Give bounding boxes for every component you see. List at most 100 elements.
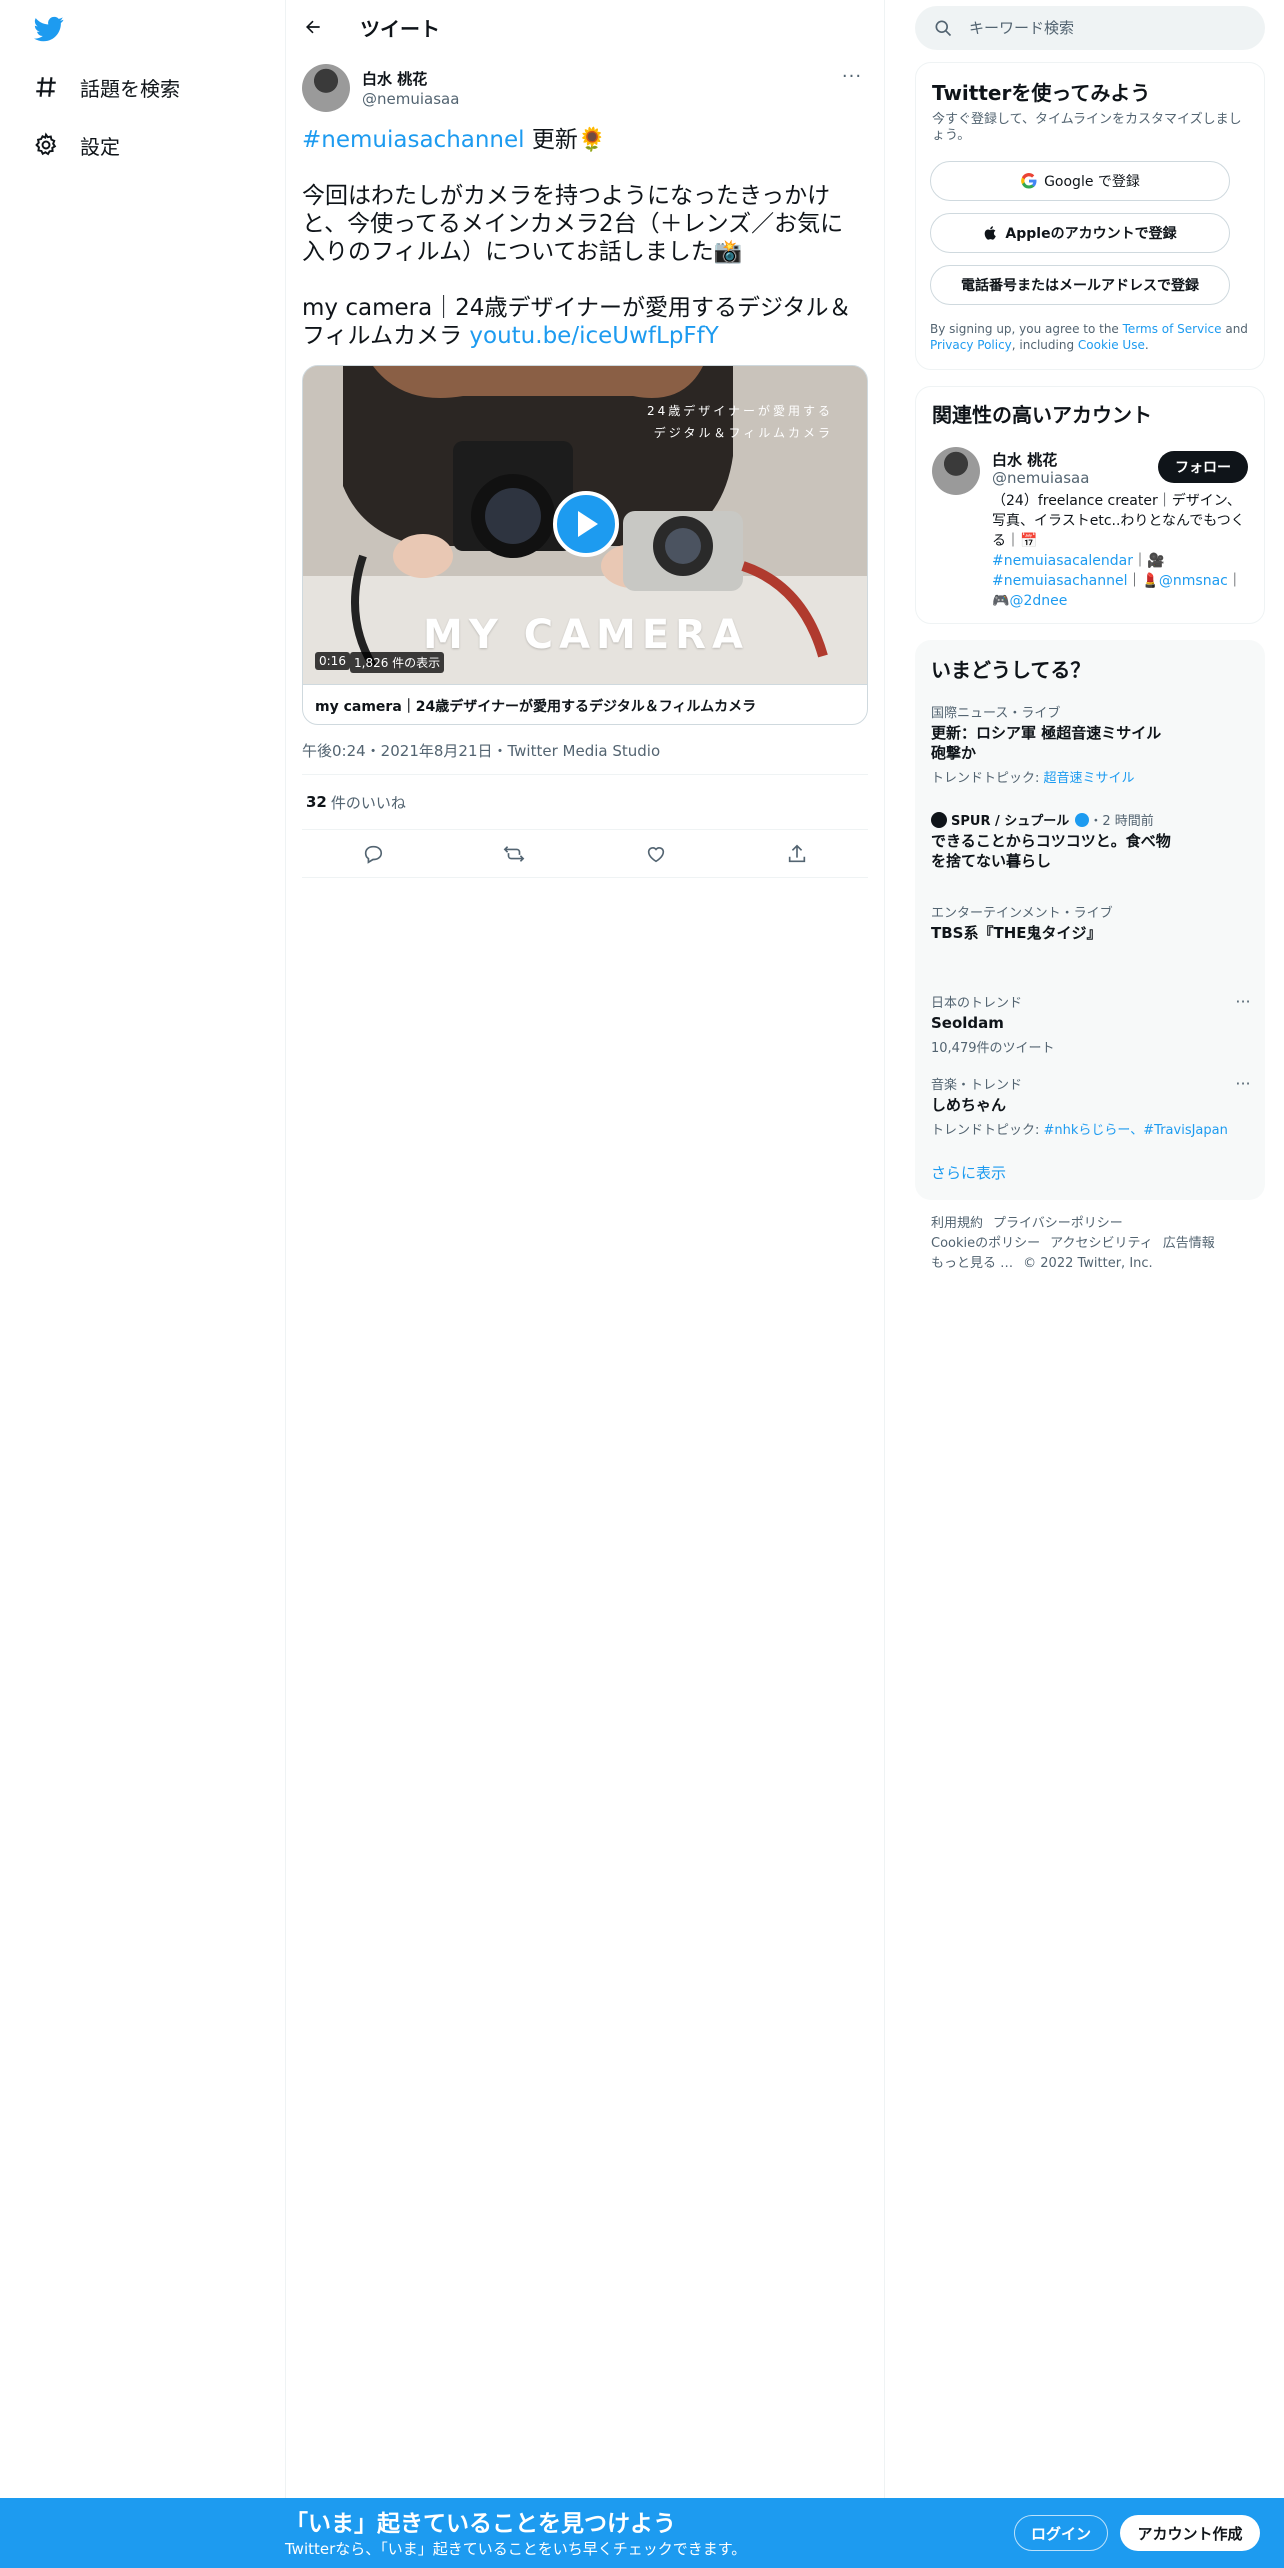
- nav-explore[interactable]: 話題を検索: [32, 72, 180, 102]
- more-options-icon[interactable]: ···: [1231, 992, 1255, 1011]
- main-column: ツイート 白水 桃花 @nemuiasaa ··· #nemuiasachann…: [285, 0, 885, 2498]
- trend-topic: トレンドトピック: 超音速ミサイル: [931, 767, 1251, 786]
- bio-hashtag-calendar[interactable]: #nemuiasacalendar: [992, 553, 1133, 569]
- video-duration: 0:16: [315, 652, 350, 670]
- google-icon: [1021, 173, 1037, 189]
- bottom-bar-subtitle: Twitterなら、「いま」起きていることをいち早くチェックできます。: [285, 2540, 747, 2558]
- bottom-bar-title: 「いま」起きていることを見つけよう: [285, 2511, 676, 2537]
- gear-icon: [32, 131, 60, 159]
- footer-terms-link[interactable]: 利用規約: [931, 1216, 983, 1231]
- trend-source: SPUR / シュプール ・2 時間前: [931, 810, 1251, 829]
- avatar[interactable]: [932, 447, 980, 495]
- footer-copyright: © 2022 Twitter, Inc.: [1023, 1256, 1153, 1271]
- trend-topic: トレンドトピック: #nhkらじらー、#TravisJapan: [931, 1119, 1251, 1138]
- likes-label: 件のいいね: [330, 793, 406, 812]
- trend-topic-prefix: トレンドトピック:: [931, 771, 1044, 786]
- trend-category: 音楽・トレンド: [931, 1078, 1023, 1093]
- likes-count: 32: [306, 793, 327, 811]
- trend-name: 更新：ロシア軍 極超音速ミサイル砲撃か: [931, 724, 1162, 762]
- page-title: ツイート: [360, 17, 440, 41]
- like-button[interactable]: [638, 836, 674, 872]
- related-account-bio: （24）freelance creater｜デザイン、写真、イラストetc..わ…: [992, 491, 1254, 611]
- trend-item[interactable]: エンターテインメント・ライブ TBS系『THE鬼タイジ』: [931, 902, 1251, 943]
- tweet-timestamp[interactable]: 午後0:24・2021年8月21日・Twitter Media Studio: [302, 740, 660, 761]
- video-view-count: 1,826 件の表示: [350, 652, 445, 673]
- media-card[interactable]: 24歳デザイナーが愛用する デジタル＆フィルムカメラ MY CAMERA 0:1…: [302, 365, 868, 725]
- phone-email-signup-button[interactable]: 電話番号またはメールアドレスで登録: [930, 265, 1230, 305]
- apple-signup-button[interactable]: Appleのアカウントで登録: [930, 213, 1230, 253]
- trend-name: しめちゃん: [931, 1096, 1007, 1114]
- search-icon: [935, 20, 952, 37]
- spur-logo-icon: [931, 812, 947, 828]
- verified-badge-icon: [1075, 813, 1090, 827]
- search-box[interactable]: [915, 6, 1265, 50]
- youtube-link[interactable]: youtu.be/iceUwfLpFfY: [469, 323, 718, 349]
- phone-email-signup-label: 電話番号またはメールアドレスで登録: [961, 278, 1199, 294]
- trend-category: 国際ニュース・ライブ: [931, 706, 1061, 721]
- twitter-bird-icon[interactable]: [32, 14, 66, 44]
- login-button[interactable]: ログイン: [1014, 2515, 1108, 2551]
- tweet-body: 今回はわたしがカメラを持つようになったきっかけと、今使ってるメインカメラ2台（＋…: [302, 183, 844, 265]
- signup-subtitle: 今すぐ登録して、タイムラインをカスタマイズしましょう。: [932, 112, 1242, 143]
- apple-icon: [985, 226, 997, 240]
- apple-signup-label: Appleのアカウントで登録: [1005, 226, 1177, 242]
- trend-name: できることからコツコツと。食べ物を捨てない暮らし: [931, 832, 1171, 870]
- terms-prefix: By signing up, you agree to the: [930, 322, 1123, 336]
- thumbnail-subtitle-1: 24歳デザイナーが愛用する: [646, 404, 833, 418]
- related-account-handle[interactable]: @nemuiasaa: [992, 469, 1089, 487]
- bio-separator: ｜🎥: [1132, 553, 1165, 569]
- google-signup-label: Google で登録: [1044, 174, 1140, 190]
- footer-links: 利用規約 プライバシーポリシー Cookieのポリシー アクセシビリティ 広告情報 も…: [931, 1214, 1251, 1274]
- bio-text: （24）freelance creater｜デザイン、写真、イラストetc..わ…: [992, 493, 1245, 549]
- bio-mention-2dnee[interactable]: @2dnee: [1009, 593, 1067, 609]
- trend-item[interactable]: 国際ニュース・ライブ 更新：ロシア軍 極超音速ミサイル砲撃か トレンドトピック:…: [931, 702, 1251, 786]
- cookie-use-link[interactable]: Cookie Use: [1078, 338, 1145, 352]
- footer-privacy-link[interactable]: プライバシーポリシー: [993, 1216, 1123, 1231]
- trend-category: エンターテインメント・ライブ: [931, 906, 1113, 921]
- more-options-icon[interactable]: ···: [838, 66, 866, 87]
- footer-accessibility-link[interactable]: アクセシビリティ: [1050, 1236, 1153, 1251]
- back-button[interactable]: [298, 12, 328, 42]
- footer-ads-link[interactable]: 広告情報: [1163, 1236, 1215, 1251]
- media-caption[interactable]: my camera｜24歳デザイナーが愛用するデジタル＆フィルムカメラ: [303, 684, 867, 724]
- trend-topic-link[interactable]: #nhkらじらー、#TravisJapan: [1044, 1123, 1228, 1138]
- retweet-button[interactable]: [496, 836, 532, 872]
- related-account-name[interactable]: 白水 桃花: [992, 449, 1057, 470]
- trend-item[interactable]: SPUR / シュプール ・2 時間前 できることからコツコツと。食べ物を捨てな…: [931, 810, 1251, 871]
- bio-mention-nmsnac[interactable]: @nmsnac: [1159, 573, 1228, 589]
- trend-name: TBS系『THE鬼タイジ』: [931, 924, 1102, 942]
- retweet-icon: [503, 845, 525, 862]
- trend-item[interactable]: 日本のトレンド Seoldam 10,479件のツイート ···: [931, 992, 1251, 1056]
- trend-item[interactable]: 音楽・トレンド しめちゃん トレンドトピック: #nhkらじらー、#Travis…: [931, 1074, 1251, 1138]
- signup-terms: By signing up, you agree to the Terms of…: [930, 321, 1250, 353]
- search-input[interactable]: [969, 19, 1249, 37]
- create-account-button[interactable]: アカウント作成: [1120, 2515, 1260, 2551]
- video-thumbnail[interactable]: 24歳デザイナーが愛用する デジタル＆フィルムカメラ MY CAMERA 0:1…: [303, 366, 867, 684]
- footer-cookie-link[interactable]: Cookieのポリシー: [931, 1236, 1040, 1251]
- trend-name: Seoldam: [931, 1014, 1004, 1032]
- trend-category: 日本のトレンド: [931, 996, 1023, 1011]
- nav-settings[interactable]: 設定: [32, 130, 120, 160]
- more-options-icon[interactable]: ···: [1231, 1074, 1255, 1093]
- signup-title: Twitterを使ってみよう: [932, 81, 1151, 105]
- tweet-text: #nemuiasachannel 更新🌻 今回はわたしがカメラを持つようになった…: [302, 126, 866, 350]
- reply-button[interactable]: [355, 836, 391, 872]
- hashtag-icon: [32, 73, 60, 101]
- follow-button[interactable]: フォロー: [1158, 451, 1248, 483]
- bio-hashtag-channel[interactable]: #nemuiasachannel: [992, 573, 1127, 589]
- google-signup-button[interactable]: Google で登録: [930, 161, 1230, 201]
- show-more-link[interactable]: さらに表示: [931, 1162, 1006, 1183]
- terms-of-service-link[interactable]: Terms of Service: [1123, 322, 1222, 336]
- author-handle[interactable]: @nemuiasaa: [362, 90, 459, 108]
- author-name[interactable]: 白水 桃花: [362, 68, 427, 89]
- share-button[interactable]: [779, 836, 815, 872]
- privacy-policy-link[interactable]: Privacy Policy: [930, 338, 1012, 352]
- heart-icon: [647, 846, 664, 862]
- likes-row[interactable]: 32 件のいいね: [302, 774, 868, 830]
- signup-panel: Twitterを使ってみよう 今すぐ登録して、タイムラインをカスタマイズしましょ…: [915, 62, 1265, 370]
- play-button[interactable]: [553, 491, 619, 557]
- footer-more-link[interactable]: もっと見る …: [931, 1256, 1013, 1271]
- avatar[interactable]: [302, 64, 350, 112]
- trend-topic-link[interactable]: 超音速ミサイル: [1044, 771, 1135, 786]
- hashtag-link[interactable]: #nemuiasachannel: [302, 127, 525, 153]
